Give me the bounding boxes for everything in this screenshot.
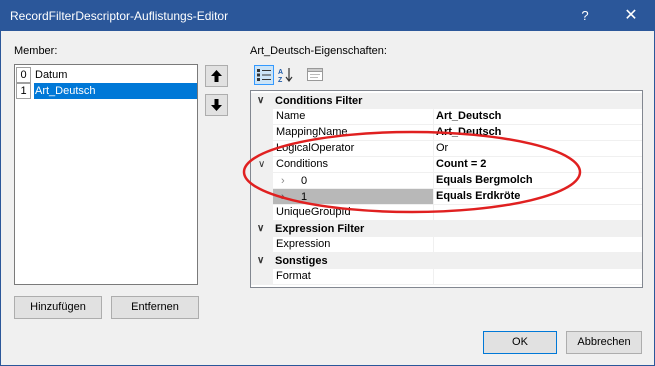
list-item-label: Datum <box>35 69 68 81</box>
property-row-condition-0[interactable]: › 0 Equals Bergmolch <box>251 173 642 189</box>
list-item-index: 1 <box>16 83 31 99</box>
property-grid[interactable]: ∨ Conditions Filter Name Art_Deutsch Map… <box>250 90 643 288</box>
property-row-condition-1[interactable]: › 1 Equals Erdkröte <box>251 189 642 205</box>
alphabetical-button[interactable]: A Z <box>276 65 296 85</box>
list-item-index: 0 <box>16 67 31 83</box>
arrow-down-icon <box>211 99 222 111</box>
property-name: Name <box>273 109 434 125</box>
categorized-icon <box>257 69 271 81</box>
properties-label: Art_Deutsch-Eigenschaften: <box>250 45 387 57</box>
close-button[interactable]: ✕ <box>608 1 654 31</box>
property-value[interactable]: Art_Deutsch <box>433 125 642 141</box>
property-row-format[interactable]: Format <box>251 269 642 285</box>
add-button[interactable]: Hinzufügen <box>14 296 102 319</box>
property-name: Format <box>273 269 434 285</box>
category-label: Conditions Filter <box>275 95 363 107</box>
property-name: LogicalOperator <box>273 141 434 157</box>
ok-button[interactable]: OK <box>483 331 557 354</box>
property-name: 0 <box>301 175 308 187</box>
property-pages-icon <box>307 68 323 81</box>
property-value[interactable] <box>433 205 642 221</box>
window-title: RecordFilterDescriptor-Auflistungs-Edito… <box>10 9 229 23</box>
list-item[interactable]: 1 Art_Deutsch <box>15 83 197 99</box>
category-sonstiges[interactable]: ∨ Sonstiges <box>251 253 642 269</box>
remove-button[interactable]: Entfernen <box>111 296 199 319</box>
svg-text:Z: Z <box>278 77 283 83</box>
property-name: 1 <box>301 191 308 203</box>
property-value[interactable]: Count = 2 <box>433 157 642 173</box>
property-name: Conditions <box>273 157 434 173</box>
property-name: MappingName <box>273 125 434 141</box>
list-item-label: Art_Deutsch <box>34 83 197 99</box>
category-label: Expression Filter <box>275 223 365 235</box>
chevron-down-icon[interactable]: ∨ <box>257 253 264 269</box>
property-pages-button[interactable] <box>305 65 325 85</box>
category-conditions-filter[interactable]: ∨ Conditions Filter <box>251 93 642 109</box>
cancel-button[interactable]: Abbrechen <box>566 331 642 354</box>
alphabetical-icon: A Z <box>278 68 293 84</box>
chevron-right-icon[interactable]: › <box>281 173 285 189</box>
property-value[interactable]: Equals Erdkröte <box>433 189 642 205</box>
property-row-uniquegroupid[interactable]: UniqueGroupId <box>251 205 642 221</box>
property-value[interactable] <box>433 237 642 253</box>
chevron-down-icon[interactable]: ∨ <box>258 157 265 173</box>
property-row-name[interactable]: Name Art_Deutsch <box>251 109 642 125</box>
property-value[interactable]: Art_Deutsch <box>433 109 642 125</box>
property-row-conditions[interactable]: ∨ Conditions Count = 2 <box>251 157 642 173</box>
chevron-down-icon[interactable]: ∨ <box>257 93 264 109</box>
members-label: Member: <box>14 45 58 57</box>
property-row-mappingname[interactable]: MappingName Art_Deutsch <box>251 125 642 141</box>
svg-text:A: A <box>278 69 283 76</box>
category-label: Sonstiges <box>275 255 328 267</box>
property-name: Expression <box>273 237 434 253</box>
property-name: UniqueGroupId <box>273 205 434 221</box>
chevron-right-icon[interactable]: › <box>281 189 285 205</box>
move-up-button[interactable] <box>205 65 228 87</box>
category-expression-filter[interactable]: ∨ Expression Filter <box>251 221 642 237</box>
property-row-logicaloperator[interactable]: LogicalOperator Or <box>251 141 642 157</box>
chevron-down-icon[interactable]: ∨ <box>257 221 264 237</box>
categorized-button[interactable] <box>254 65 274 85</box>
arrow-up-icon <box>211 70 222 82</box>
move-down-button[interactable] <box>205 94 228 116</box>
title-bar: RecordFilterDescriptor-Auflistungs-Edito… <box>1 1 654 31</box>
property-row-expression[interactable]: Expression <box>251 237 642 253</box>
list-item[interactable]: 0 Datum <box>15 67 197 83</box>
property-value[interactable] <box>433 269 642 285</box>
help-button[interactable]: ? <box>562 1 608 31</box>
property-value[interactable]: Equals Bergmolch <box>433 173 642 189</box>
members-listbox[interactable]: 0 Datum 1 Art_Deutsch <box>14 64 198 285</box>
collection-editor-dialog: RecordFilterDescriptor-Auflistungs-Edito… <box>0 0 655 366</box>
property-value[interactable]: Or <box>433 141 642 157</box>
